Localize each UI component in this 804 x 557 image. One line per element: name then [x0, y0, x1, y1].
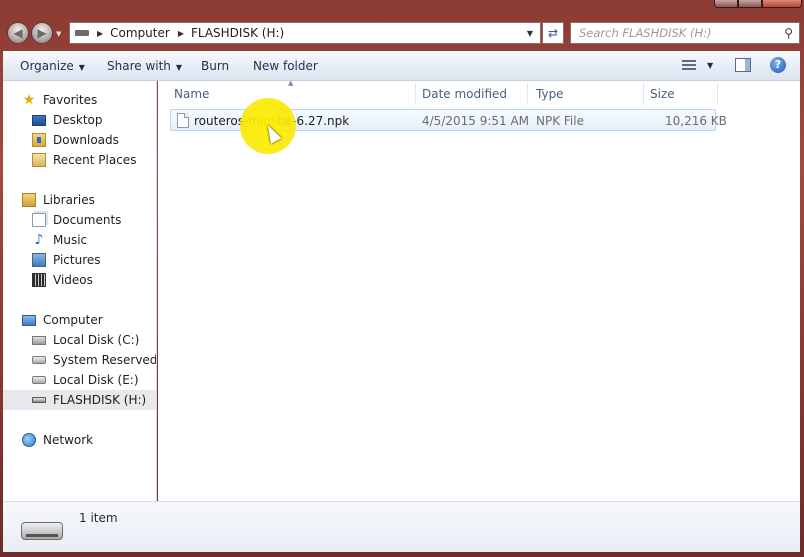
close-button[interactable] [762, 0, 802, 8]
sidebar-favorites[interactable]: ★ Favorites [3, 90, 156, 110]
address-bar[interactable]: ▶ Computer ▶ FLASHDISK (H:) ▼ [69, 22, 541, 44]
sidebar-item-flashdisk-h[interactable]: FLASHDISK (H:) [3, 390, 156, 410]
new-folder-button[interactable]: New folder [253, 59, 318, 73]
sidebar-label: Pictures [53, 253, 101, 267]
favorites-star-icon: ★ [22, 92, 36, 108]
sidebar-label: Desktop [53, 113, 103, 127]
music-icon: ♪ [34, 232, 44, 248]
file-size: 10,216 KB [665, 114, 727, 128]
recent-pages-dropdown[interactable]: ▼ [56, 30, 61, 38]
sidebar-item-pictures[interactable]: Pictures [3, 250, 156, 270]
forward-button[interactable]: ▶ [31, 22, 53, 44]
network-icon [22, 433, 36, 447]
maximize-button[interactable] [738, 0, 762, 8]
organize-label: Organize [20, 59, 74, 73]
sidebar-computer[interactable]: Computer [3, 310, 156, 330]
sidebar-label: System Reserved (D:) [53, 353, 157, 367]
column-header-type[interactable]: Type [528, 83, 644, 105]
address-row: ◀ ▶ ▼ ▶ Computer ▶ FLASHDISK (H:) ▼ ⇄ ⚲ [4, 18, 800, 48]
file-date-modified: 4/5/2015 9:51 AM [422, 114, 530, 128]
item-count: 1 item [79, 511, 118, 525]
sidebar-item-music[interactable]: ♪ Music [3, 230, 156, 250]
sidebar-item-downloads[interactable]: Downloads [3, 130, 156, 150]
sidebar-item-local-disk-c[interactable]: Local Disk (C:) [3, 330, 156, 350]
refresh-icon: ⇄ [547, 26, 559, 40]
local-disk-icon [32, 335, 46, 345]
details-pane: 1 item [3, 501, 800, 552]
command-bar: Organize ▼ Share with ▼ Burn New folder ▼ … [3, 51, 800, 81]
chevron-down-icon: ▼ [175, 63, 183, 72]
sidebar-label: FLASHDISK (H:) [53, 393, 147, 407]
breadcrumb-flashdisk[interactable]: FLASHDISK (H:) [191, 26, 284, 40]
sidebar-network[interactable]: Network [3, 430, 156, 450]
sidebar-label: Downloads [53, 133, 119, 147]
back-button[interactable]: ◀ [7, 22, 29, 44]
help-icon[interactable]: ? [770, 57, 786, 73]
sidebar-libraries[interactable]: Libraries [3, 190, 156, 210]
videos-icon [32, 273, 46, 287]
sidebar-label: Recent Places [53, 153, 137, 167]
documents-icon [32, 213, 46, 227]
computer-icon [22, 314, 36, 326]
column-header-date-modified[interactable]: Date modified [414, 83, 528, 105]
recent-places-icon [32, 153, 46, 167]
breadcrumb-computer[interactable]: Computer [110, 26, 170, 40]
column-header-size[interactable]: Size [642, 83, 718, 105]
column-header-name[interactable]: Name [166, 83, 416, 105]
sidebar-item-recent-places[interactable]: Recent Places [3, 150, 156, 170]
sidebar-item-desktop[interactable]: Desktop [3, 110, 156, 130]
sidebar-label: Libraries [43, 193, 95, 207]
burn-button[interactable]: Burn [201, 59, 229, 73]
address-dropdown-icon[interactable]: ▼ [522, 23, 538, 43]
refresh-button[interactable]: ⇄ [542, 22, 564, 44]
file-icon [177, 113, 189, 128]
sidebar-item-videos[interactable]: Videos [3, 270, 156, 290]
drive-icon [32, 376, 46, 384]
back-arrow-icon: ◀ [13, 26, 23, 40]
change-view-icon[interactable] [682, 60, 696, 70]
caption-buttons [714, 0, 802, 8]
preview-pane-icon[interactable] [735, 58, 751, 72]
breadcrumb-separator[interactable]: ▶ [97, 29, 103, 38]
pictures-icon [32, 253, 46, 267]
sidebar-label: Computer [43, 313, 103, 327]
desktop-icon [32, 114, 46, 126]
flash-drive-icon [21, 522, 63, 540]
sidebar-label: Local Disk (E:) [53, 373, 139, 387]
sidebar-label: Network [43, 433, 94, 447]
organize-menu[interactable]: Organize ▼ [20, 59, 85, 73]
minimize-button[interactable] [714, 0, 738, 8]
sidebar-label: Music [53, 233, 88, 247]
search-box[interactable]: ⚲ [570, 22, 800, 44]
sidebar-item-documents[interactable]: Documents [3, 210, 156, 230]
file-type: NPK File [536, 114, 584, 128]
computer-location-icon [75, 30, 89, 36]
sidebar-label: Local Disk (C:) [53, 333, 140, 347]
navigation-pane: ★ Favorites Desktop Downloads Recent Pla… [3, 81, 157, 501]
share-with-label: Share with [107, 59, 171, 73]
libraries-icon [22, 193, 36, 207]
breadcrumb-separator[interactable]: ▶ [178, 29, 184, 38]
drive-icon [32, 356, 46, 364]
downloads-icon [32, 133, 46, 147]
chevron-down-icon: ▼ [78, 63, 85, 72]
search-input[interactable] [571, 23, 771, 43]
search-icon[interactable]: ⚲ [784, 26, 793, 40]
sidebar-item-local-disk-e[interactable]: Local Disk (E:) [3, 370, 156, 390]
flash-drive-icon [32, 397, 46, 403]
sidebar-label: Documents [53, 213, 122, 227]
view-options-dropdown[interactable]: ▼ [707, 61, 713, 70]
sidebar-label: Favorites [43, 93, 98, 107]
sidebar-label: Videos [53, 273, 93, 287]
forward-arrow-icon: ▶ [37, 26, 47, 40]
share-with-menu[interactable]: Share with ▼ [107, 59, 182, 73]
sidebar-item-system-reserved-d[interactable]: System Reserved (D:) [3, 350, 157, 370]
